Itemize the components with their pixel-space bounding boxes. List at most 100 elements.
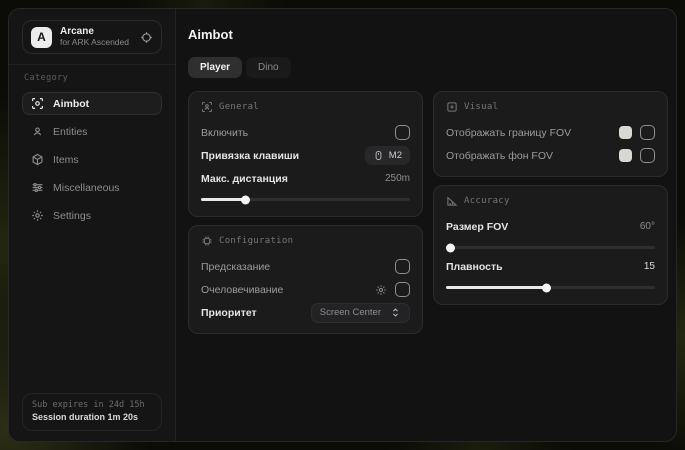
accuracy-card-header: Accuracy (446, 195, 655, 207)
card-title: Accuracy (464, 196, 510, 206)
sidebar-divider (9, 64, 175, 65)
slider-fill (446, 286, 546, 289)
visual-card: Visual Отображать границу FOV Отображать… (433, 91, 668, 177)
prediction-checkbox[interactable] (395, 259, 410, 274)
slider-thumb[interactable] (446, 243, 455, 252)
enable-checkbox[interactable] (395, 125, 410, 140)
fov-size-row: Размер FOV 60° (446, 216, 655, 237)
crosshair-icon[interactable] (140, 31, 153, 44)
keybind-label: Привязка клавиши (201, 150, 299, 162)
right-column: Visual Отображать границу FOV Отображать… (433, 91, 668, 305)
app-subtitle: for ARK Ascended (60, 38, 129, 48)
triangle-ruler-icon (446, 195, 458, 207)
configuration-card-header: Configuration (201, 235, 410, 247)
app-logo-letter: A (37, 30, 46, 44)
sidebar-item-label: Miscellaneous (53, 182, 120, 194)
main-panel: Aimbot Player Dino (176, 9, 677, 441)
humanize-controls (375, 282, 410, 297)
mouse-icon (373, 150, 384, 161)
fov-size-slider[interactable] (446, 246, 655, 249)
fov-background-label: Отображать фон FOV (446, 150, 553, 162)
max-distance-value: 250m (385, 173, 410, 184)
fov-border-label: Отображать границу FOV (446, 127, 571, 139)
sliders-icon (31, 181, 44, 194)
sidebar-item-items[interactable]: Items (22, 148, 162, 171)
page-title: Aimbot (188, 27, 668, 42)
keybind-row: Привязка клавиши M2 (201, 145, 410, 166)
app-window: A Arcane for ARK Ascended Category (8, 8, 677, 442)
sidebar-item-aimbot[interactable]: Aimbot (22, 92, 162, 115)
humanize-checkbox[interactable] (395, 282, 410, 297)
accuracy-card: Accuracy Размер FOV 60° Плавность (433, 185, 668, 305)
tab-player[interactable]: Player (188, 57, 242, 78)
frame-icon (446, 101, 458, 113)
slider-fill (201, 198, 245, 201)
category-label: Category (24, 73, 160, 83)
humanize-label: Очеловечивание (201, 284, 283, 296)
general-card: General Включить Привязка клавиши (188, 91, 423, 217)
priority-label: Приоритет (201, 307, 257, 319)
prediction-label: Предсказание (201, 261, 270, 273)
sidebar-item-entities[interactable]: Entities (22, 120, 162, 143)
smoothness-label: Плавность (446, 261, 503, 273)
max-distance-row: Макс. дистанция 250m (201, 168, 410, 189)
visual-card-header: Visual (446, 101, 655, 113)
enable-row: Включить (201, 122, 410, 143)
slider-fill (446, 246, 450, 249)
chip-icon (201, 235, 213, 247)
sidebar-item-miscellaneous[interactable]: Miscellaneous (22, 176, 162, 199)
sidebar-item-label: Aimbot (53, 98, 89, 110)
smoothness-value: 15 (644, 261, 655, 272)
gear-icon (31, 209, 44, 222)
sidebar-item-label: Entities (53, 126, 87, 138)
entities-scan-icon (31, 125, 44, 138)
fov-border-row: Отображать границу FOV (446, 122, 655, 143)
session-info-card: Sub expires in 24d 15h Session duration … (22, 393, 162, 431)
fov-border-checkbox[interactable] (640, 125, 655, 140)
humanize-gear-icon[interactable] (375, 284, 387, 296)
smoothness-row: Плавность 15 (446, 256, 655, 277)
sub-expires-text: Sub expires in 24d 15h (32, 399, 152, 411)
card-title: Visual (464, 102, 498, 112)
tab-bar: Player Dino (188, 57, 668, 78)
left-column: General Включить Привязка клавиши (188, 91, 423, 334)
fov-border-color-swatch[interactable] (619, 126, 632, 139)
fov-background-controls (619, 148, 655, 163)
fov-background-checkbox[interactable] (640, 148, 655, 163)
fov-border-controls (619, 125, 655, 140)
tab-dino[interactable]: Dino (246, 57, 291, 78)
app-logo: A (31, 27, 52, 48)
fov-background-color-swatch[interactable] (619, 149, 632, 162)
aimbot-crosshair-icon (31, 97, 44, 110)
sidebar-item-label: Items (53, 154, 79, 166)
prediction-row: Предсказание (201, 256, 410, 277)
configuration-card: Configuration Предсказание Очеловечивани… (188, 225, 423, 334)
desktop-background: A Arcane for ARK Ascended Category (0, 0, 685, 450)
unfold-icon (390, 307, 401, 318)
person-focus-icon (201, 101, 213, 113)
max-distance-slider[interactable] (201, 198, 410, 201)
priority-dropdown[interactable]: Screen Center (311, 303, 410, 323)
keybind-value: M2 (389, 150, 402, 161)
sidebar-item-label: Settings (53, 210, 91, 222)
card-title: Configuration (219, 236, 293, 246)
slider-thumb[interactable] (241, 195, 250, 204)
sidebar-nav: Aimbot Entities It (22, 92, 162, 232)
smoothness-slider[interactable] (446, 286, 655, 289)
app-titles: Arcane for ARK Ascended (60, 26, 129, 47)
priority-value: Screen Center (320, 307, 381, 318)
card-title: General (219, 102, 259, 112)
slider-thumb[interactable] (542, 283, 551, 292)
general-card-header: General (201, 101, 410, 113)
fov-background-row: Отображать фон FOV (446, 145, 655, 166)
sidebar-item-settings[interactable]: Settings (22, 204, 162, 227)
fov-size-value: 60° (640, 221, 655, 232)
keybind-button[interactable]: M2 (365, 146, 410, 165)
app-header: A Arcane for ARK Ascended (22, 20, 162, 54)
box-icon (31, 153, 44, 166)
fov-size-label: Размер FOV (446, 221, 508, 233)
max-distance-label: Макс. дистанция (201, 173, 288, 185)
sidebar: A Arcane for ARK Ascended Category (9, 9, 176, 441)
session-duration-text: Session duration 1m 20s (32, 411, 152, 424)
cards-grid: General Включить Привязка клавиши (188, 91, 668, 334)
